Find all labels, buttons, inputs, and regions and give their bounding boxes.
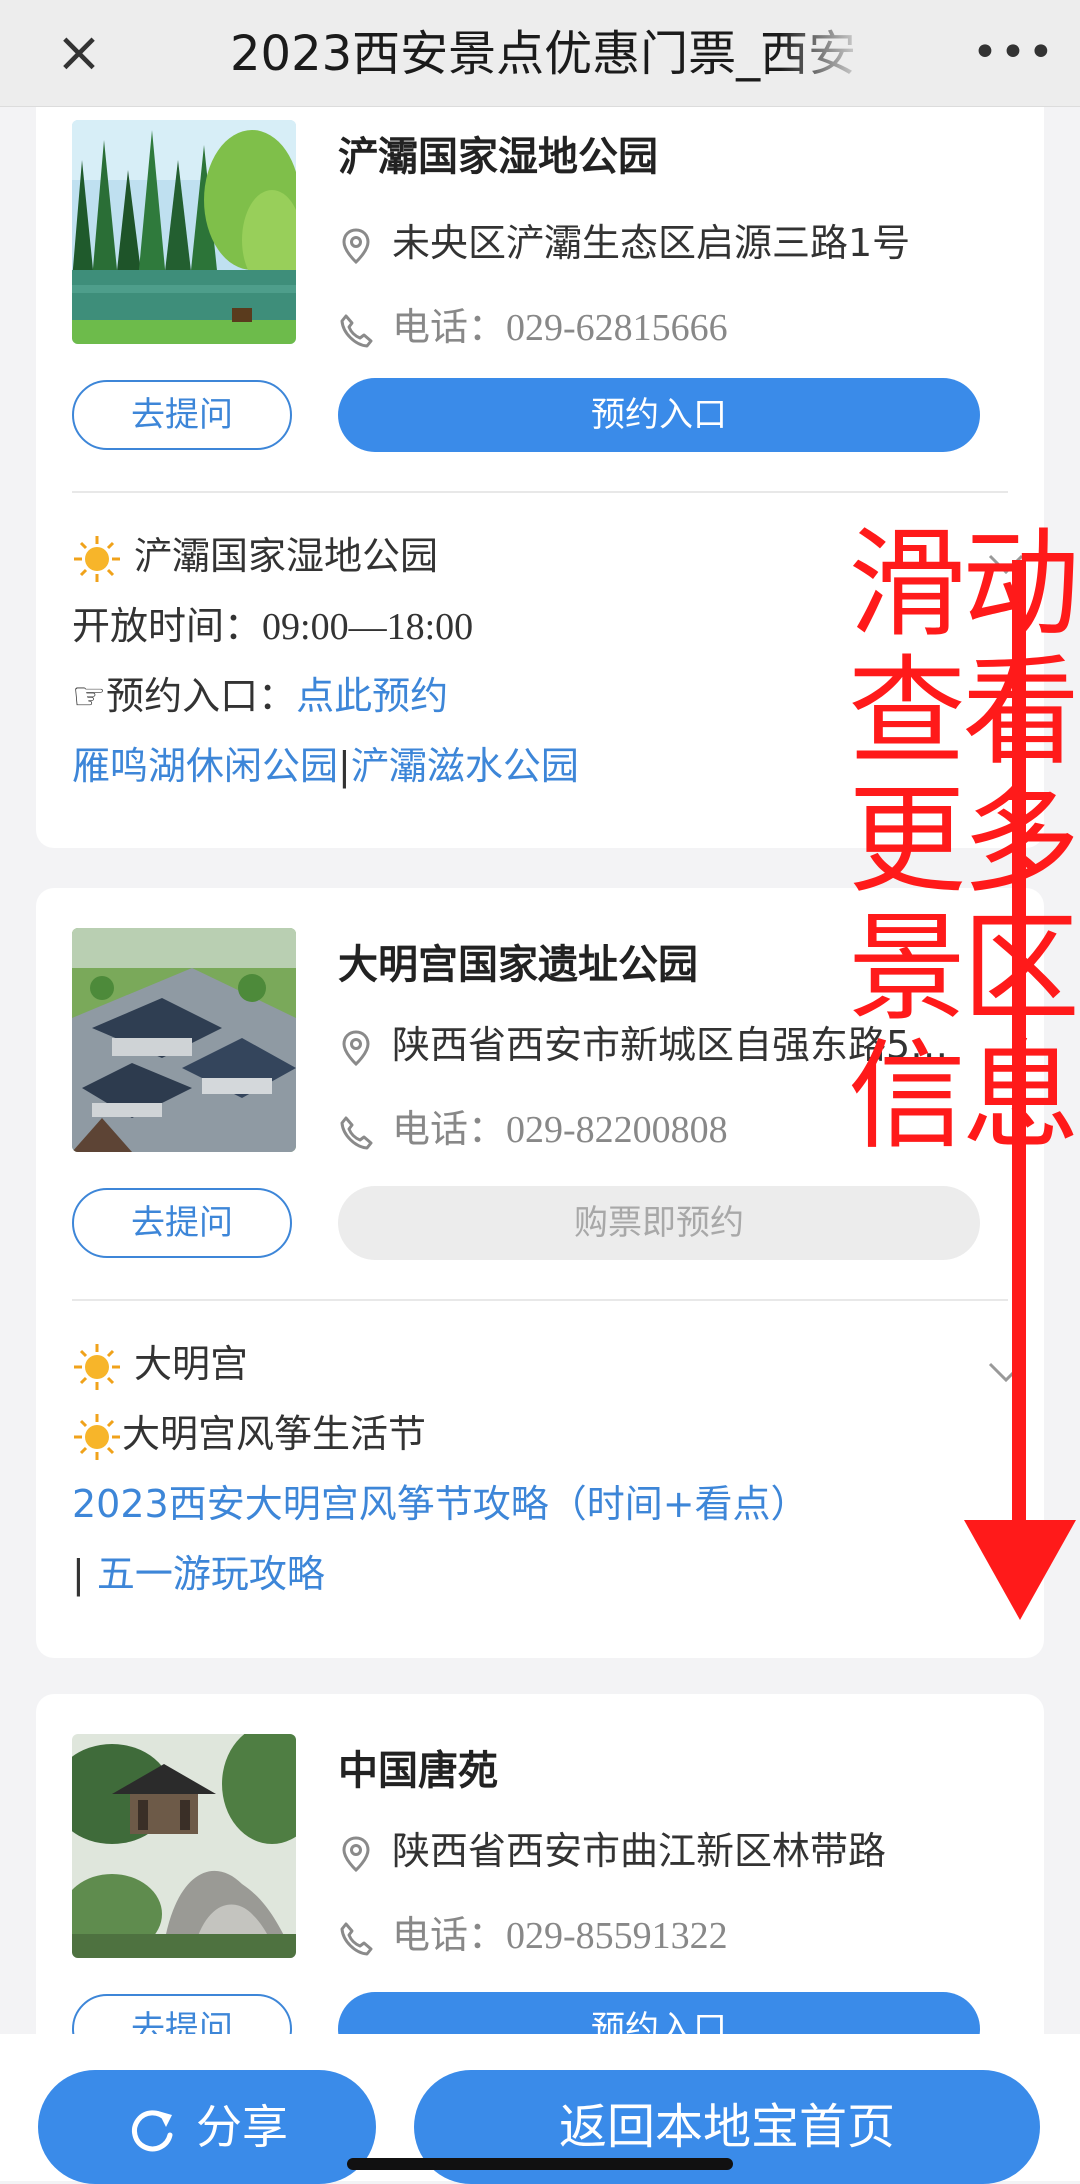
phone-label: 电话： [392,305,507,349]
sun-icon [72,1412,122,1462]
spot-name[interactable]: 浐灞国家湿地公园 [338,124,658,182]
related-link[interactable]: 浐灞滋水公园 [351,744,579,788]
related-link[interactable]: 雁鸣湖休闲公园 [72,744,338,788]
guide-line: 2023西安大明宫风筝节攻略（时间+看点） [72,1476,809,1532]
booking-entry-button[interactable]: 预约入口 [338,378,980,452]
phone-number: 029-82200808 [506,1109,728,1151]
top-bar: × 2023西安景点优惠门票_西安 ••• [0,0,1080,107]
scroll-hint-line: 更多 [848,771,1080,909]
spot-name[interactable]: 大明宫国家遗址公园 [338,932,698,990]
share-button[interactable]: 分享 [38,2070,376,2184]
phone-icon [336,1113,376,1153]
phone-label: 电话： [392,1107,507,1151]
scenic-thumbnail[interactable] [72,928,296,1152]
related-links: 雁鸣湖休闲公园|浐灞滋水公园 [72,744,579,788]
scroll-hint-line: 查看 [848,643,1080,781]
guide-line-2: | 五一游玩攻略 [72,1552,325,1596]
divider [72,1299,1008,1301]
phone-row[interactable]: 电话：029-85591322 [336,1910,1026,1960]
scroll-hint-overlay: 滑动 查看 更多 景区 信息 [848,515,1080,1165]
location-pin-icon [336,1028,376,1068]
scenic-thumbnail[interactable] [72,120,296,344]
ask-question-button[interactable]: 去提问 [72,1188,292,1258]
more-icon[interactable]: ••• [972,22,1054,84]
detail-title: 浐灞国家湿地公园 [72,528,438,584]
booking-line: ☞预约入口：点此预约 [72,674,449,718]
share-label: 分享 [196,2100,288,2154]
scroll-hint-line: 滑动 [848,515,1080,653]
event-line: 大明宫风筝生活节 [72,1406,426,1462]
address-row: 未央区浐灞生态区启源三路1号 [336,218,1026,268]
phone-row[interactable]: 电话：029-62815666 [336,302,1026,352]
divider [72,491,1008,493]
address-row: 陕西省西安市曲江新区林带路 [336,1826,1026,1876]
spot-name[interactable]: 中国唐苑 [338,1738,498,1796]
scenic-thumbnail[interactable] [72,1734,296,1958]
page-title: 2023西安景点优惠门票_西安 [230,24,870,84]
phone-icon [336,311,376,351]
phone-number: 029-62815666 [506,307,728,349]
sun-icon [72,1342,122,1392]
ask-question-button[interactable]: 去提问 [72,380,292,450]
scroll-hint-line: 信息 [848,1027,1080,1165]
buy-ticket-button[interactable]: 购票即预约 [338,1186,980,1260]
home-indicator [347,2158,733,2170]
phone-number: 029-85591322 [506,1915,728,1957]
close-icon[interactable]: × [48,22,110,84]
may-day-guide-link[interactable]: 五一游玩攻略 [97,1552,325,1596]
location-pin-icon [336,226,376,266]
kite-festival-guide-link[interactable]: 2023西安大明宫风筝节攻略（时间+看点） [72,1482,809,1526]
phone-label: 电话： [392,1913,507,1957]
address-text: 未央区浐灞生态区启源三路1号 [392,221,911,265]
address-text: 陕西省西安市曲江新区林带路 [392,1829,887,1873]
detail-title: 大明宫 [72,1336,248,1392]
book-here-link[interactable]: 点此预约 [296,674,448,718]
sun-icon [72,534,122,584]
opening-hours: 开放时间：09:00—18:00 [72,604,474,648]
location-pin-icon [336,1834,376,1874]
share-refresh-icon [126,2105,178,2157]
phone-icon [336,1919,376,1959]
scroll-hint-line: 景区 [848,899,1080,1037]
